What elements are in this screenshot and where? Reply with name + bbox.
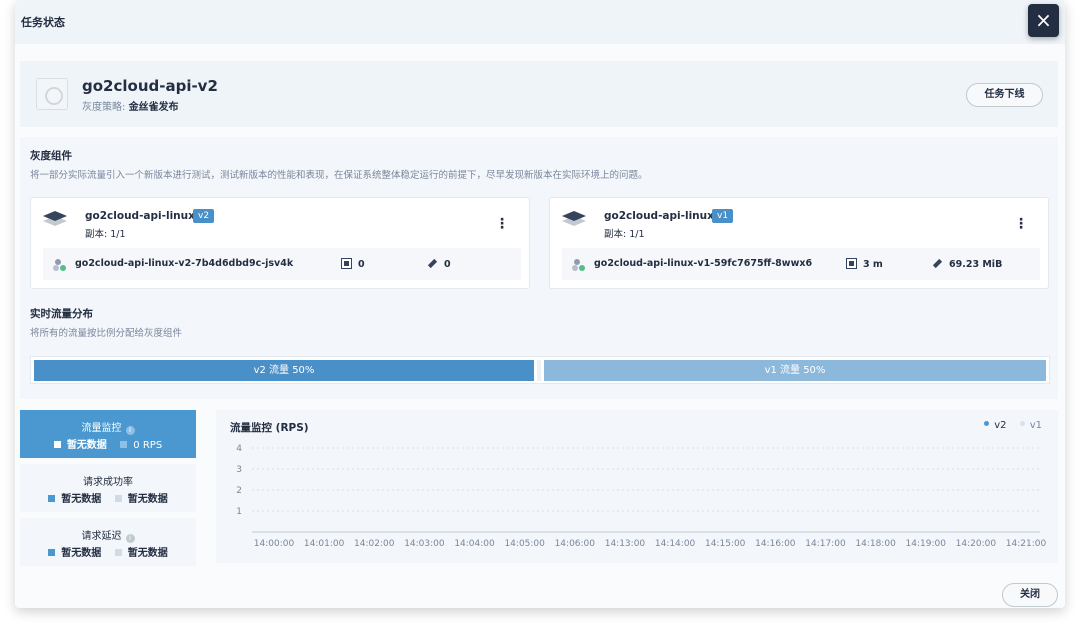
pod-row[interactable]: go2cloud-api-linux-v1-59fc7675ff-8wwx6 3… bbox=[562, 248, 1040, 280]
tab-success-rate[interactable]: 请求成功率 暂无数据 暂无数据 bbox=[20, 464, 196, 512]
traffic-segment-v1: v1 流量 50% bbox=[544, 360, 1046, 381]
chart-plot: 1 2 3 4 14:00:00 14:01:00 14:02:00 14:03:00 14:0… bbox=[236, 444, 1047, 549]
tab-right-value: 暂无数据 bbox=[127, 548, 168, 559]
y-tick-label: 3 bbox=[236, 465, 242, 475]
strategy-line: 灰度策略: 金丝雀发布 bbox=[82, 98, 179, 113]
cpu-icon bbox=[341, 258, 352, 269]
gray-section-description: 将一部分实际流量引入一个新版本进行测试，测试新版本的性能和表现，在保证系统整体稳… bbox=[30, 170, 648, 181]
memory-value: 69.23 MiB bbox=[949, 259, 1003, 270]
app-summary-card: go2cloud-api-v2 灰度策略: 金丝雀发布 任务下线 bbox=[20, 61, 1058, 127]
version-badge: v2 bbox=[193, 209, 215, 223]
x-tick-label: 14:03:00 bbox=[404, 539, 445, 549]
x-tick-label: 14:17:00 bbox=[805, 539, 846, 549]
v2-square-icon bbox=[53, 441, 61, 448]
x-tick-label: 14:01:00 bbox=[304, 539, 345, 549]
tab-right-value: 暂无数据 bbox=[127, 494, 168, 505]
replica-count: 副本: 1/1 bbox=[85, 229, 126, 240]
info-icon: i bbox=[125, 534, 135, 543]
traffic-section-description: 将所有的流量按比例分配给灰度组件 bbox=[30, 328, 183, 339]
traffic-split-bar: v2 流量 50% v1 流量 50% bbox=[30, 356, 1050, 384]
offline-button[interactable]: 任务下线 bbox=[966, 83, 1043, 107]
tab-title: 请求成功率 bbox=[83, 477, 133, 488]
memory-icon bbox=[427, 258, 438, 269]
cpu-value: 3 m bbox=[863, 259, 883, 270]
traffic-segment-v2: v2 流量 50% bbox=[34, 360, 534, 381]
x-tick-label: 14:14:00 bbox=[655, 539, 696, 549]
x-tick-label: 14:15:00 bbox=[705, 539, 746, 549]
tab-values: 暂无数据 暂无数据 bbox=[20, 544, 196, 559]
info-icon: i bbox=[125, 426, 135, 435]
memory-metric: 0 bbox=[427, 258, 451, 270]
tab-values: 暂无数据 暂无数据 bbox=[20, 490, 196, 505]
gray-section-title: 灰度组件 bbox=[30, 150, 72, 162]
dialog-header: 任务状态 bbox=[15, 0, 1065, 44]
tab-left-value: 暂无数据 bbox=[61, 548, 102, 559]
pod-name: go2cloud-api-linux-v2-7b4d6dbd9c-jsv4k bbox=[75, 258, 294, 269]
cpu-icon bbox=[846, 258, 857, 269]
tab-values: 暂无数据 0 RPS bbox=[20, 436, 196, 451]
tab-title: 流量监控 i bbox=[20, 419, 196, 435]
component-name: go2cloud-api-linux bbox=[604, 210, 714, 222]
y-tick-label: 4 bbox=[236, 444, 242, 454]
traffic-chart-panel: 流量监控 (RPS) v2 v1 1 2 3 4 14:00:00 14:01:00 14:… bbox=[216, 410, 1058, 563]
component-card-v2: go2cloud-api-linux v2 副本: 1/1 ⋮ go2cloud… bbox=[30, 197, 530, 289]
tab-right-value: 0 RPS bbox=[133, 440, 163, 451]
replica-count: 副本: 1/1 bbox=[604, 229, 645, 240]
strategy-label: 灰度策略: bbox=[82, 102, 126, 113]
memory-value: 0 bbox=[444, 259, 451, 270]
x-tick-label: 14:20:00 bbox=[956, 539, 997, 549]
dialog-title: 任务状态 bbox=[21, 16, 65, 29]
strategy-value: 金丝雀发布 bbox=[128, 102, 179, 113]
tab-left-value: 暂无数据 bbox=[61, 494, 102, 505]
layers-icon bbox=[43, 211, 67, 226]
traffic-section-title: 实时流量分布 bbox=[30, 308, 93, 320]
tab-left-value: 暂无数据 bbox=[66, 440, 107, 451]
v2-square-icon bbox=[48, 549, 56, 556]
memory-icon bbox=[932, 258, 943, 269]
x-tick-label: 14:13:00 bbox=[605, 539, 646, 549]
tab-request-latency[interactable]: 请求延迟 i 暂无数据 暂无数据 bbox=[20, 518, 196, 566]
cpu-metric: 3 m bbox=[846, 258, 883, 270]
cpu-metric: 0 bbox=[341, 258, 365, 270]
pod-icon bbox=[572, 259, 585, 271]
app-name: go2cloud-api-v2 bbox=[82, 77, 218, 95]
x-tick-label: 14:04:00 bbox=[454, 539, 495, 549]
x-tick-label: 14:19:00 bbox=[906, 539, 947, 549]
more-menu-icon[interactable]: ⋮ bbox=[495, 216, 509, 232]
close-icon[interactable]: × bbox=[1028, 4, 1059, 37]
x-tick-label: 14:02:00 bbox=[354, 539, 395, 549]
v2-square-icon bbox=[48, 495, 56, 502]
more-menu-icon[interactable]: ⋮ bbox=[1014, 216, 1028, 232]
x-tick-label: 14:06:00 bbox=[555, 539, 596, 549]
cpu-value: 0 bbox=[358, 259, 365, 270]
x-tick-label: 14:21:00 bbox=[1006, 539, 1047, 549]
x-tick-label: 14:05:00 bbox=[504, 539, 545, 549]
memory-metric: 69.23 MiB bbox=[932, 258, 1002, 270]
pod-icon bbox=[53, 259, 66, 271]
v1-square-icon bbox=[120, 441, 128, 448]
tab-title: 请求延迟 i bbox=[20, 527, 196, 543]
v1-square-icon bbox=[114, 495, 122, 502]
component-name: go2cloud-api-linux bbox=[85, 210, 195, 222]
pod-name: go2cloud-api-linux-v1-59fc7675ff-8wwx6 bbox=[594, 258, 813, 269]
x-tick-label: 14:16:00 bbox=[755, 539, 796, 549]
close-button[interactable]: 关闭 bbox=[1002, 583, 1058, 607]
x-tick-label: 14:00:00 bbox=[254, 539, 295, 549]
version-badge: v1 bbox=[712, 209, 734, 223]
component-card-v1: go2cloud-api-linux v1 副本: 1/1 ⋮ go2cloud… bbox=[549, 197, 1049, 289]
traffic-drag-handle[interactable] bbox=[537, 360, 541, 381]
tab-traffic-monitor[interactable]: 流量监控 i 暂无数据 0 RPS bbox=[20, 410, 196, 458]
y-tick-label: 2 bbox=[236, 486, 242, 496]
pod-row[interactable]: go2cloud-api-linux-v2-7b4d6dbd9c-jsv4k 0… bbox=[43, 248, 521, 280]
v1-square-icon bbox=[114, 549, 122, 556]
x-tick-label: 14:18:00 bbox=[855, 539, 896, 549]
app-icon bbox=[36, 78, 68, 110]
y-tick-label: 1 bbox=[236, 507, 242, 517]
layers-icon bbox=[562, 211, 586, 226]
